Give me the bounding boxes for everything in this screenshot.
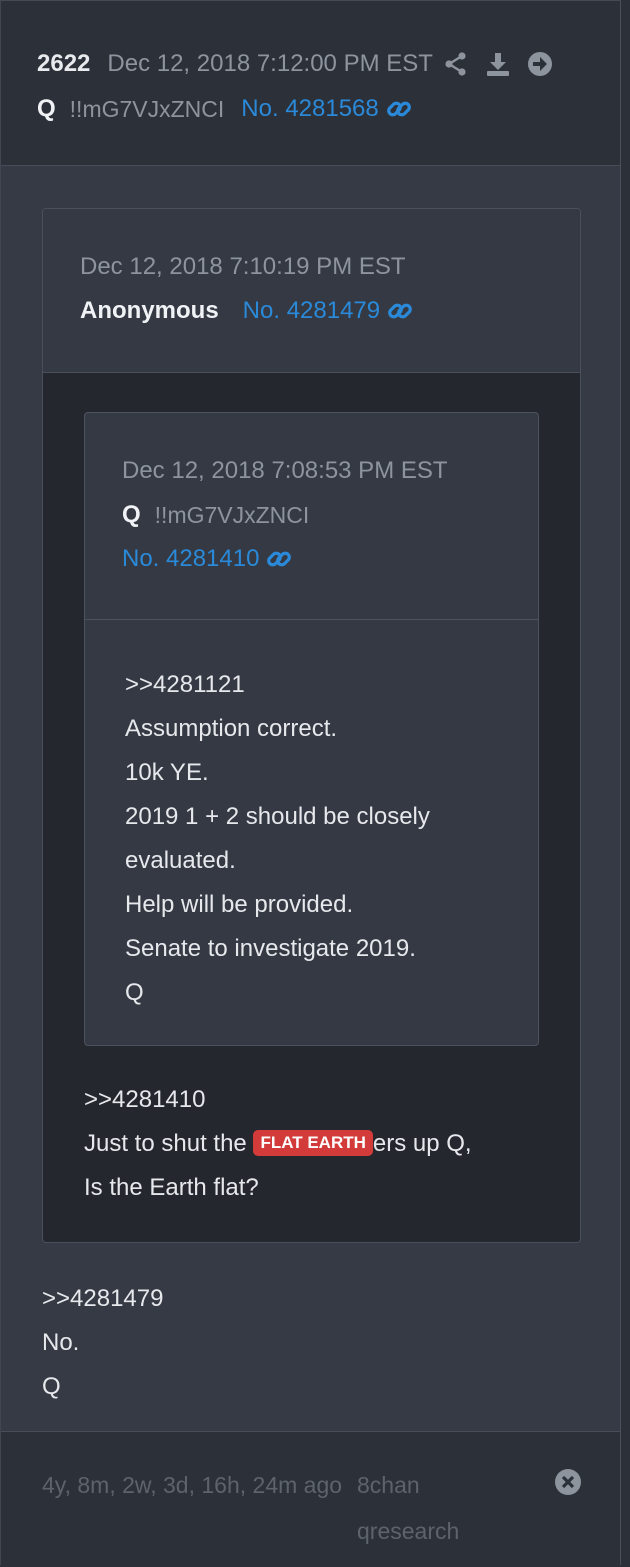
quoted-post-date: Dec 12, 2018 7:10:19 PM EST: [80, 253, 406, 280]
quoted-body-reply-link[interactable]: >>4281410: [84, 1078, 472, 1122]
post-body-reply-link[interactable]: >>4281479: [42, 1277, 163, 1321]
post-header: 2622 Dec 12, 2018 7:12:00 PM EST Q !!mG7…: [1, 1, 620, 166]
nested-body-line: Help will be provided.: [125, 891, 354, 918]
nested-body-line: Assumption correct.: [125, 715, 338, 742]
post-number-link[interactable]: No. 4281568: [241, 95, 378, 123]
quoted-post-author: Anonymous: [80, 297, 219, 324]
time-ago: 4y, 8m, 2w, 3d, 16h, 24m ago: [42, 1472, 343, 1498]
nested-body-line: evaluated.: [125, 847, 236, 874]
post-footer: 4y, 8m, 2w, 3d, 16h, 24m ago 8chan qrese…: [1, 1431, 620, 1567]
post-body-line: Q: [42, 1373, 61, 1400]
nested-post-link-row: No. 4281410: [122, 545, 293, 573]
board-name[interactable]: 8chan qresearch: [357, 1462, 507, 1554]
arrow-circle-right-icon[interactable]: [527, 51, 553, 77]
nested-body-line: 10k YE.: [125, 759, 209, 786]
header-line-2: Q !!mG7VJxZNCI No. 4281568: [37, 92, 413, 126]
post-tripcode: !!mG7VJxZNCI: [69, 95, 225, 122]
nested-post-body: >>4281121 Assumption correct. 10k YE. 20…: [125, 663, 430, 1015]
quoted-body-line: Is the Earth flat?: [84, 1174, 259, 1201]
post-body: >>4281479 No. Q: [42, 1277, 163, 1409]
post-number: 2622: [37, 50, 91, 77]
post-author: Q: [37, 95, 56, 122]
nested-post-header: Dec 12, 2018 7:08:53 PM EST Q !!mG7VJxZN…: [85, 413, 538, 620]
nested-post-date: Dec 12, 2018 7:08:53 PM EST: [122, 457, 448, 484]
link-icon[interactable]: [265, 545, 293, 573]
link-icon[interactable]: [385, 95, 413, 123]
quoted-post-body: >>4281410 Just to shut the FLAT EARTH ers…: [84, 1078, 472, 1210]
nested-quoted-post: Dec 12, 2018 7:08:53 PM EST Q !!mG7VJxZN…: [84, 412, 539, 1046]
nested-body-line: Senate to investigate 2019.: [125, 935, 416, 962]
nested-post-number-link[interactable]: No. 4281410: [122, 545, 259, 573]
post-body-line: No.: [42, 1329, 80, 1356]
post-card: 2622 Dec 12, 2018 7:12:00 PM EST Q !!mG7…: [0, 0, 621, 1567]
nested-body-line[interactable]: >>4281121: [125, 663, 430, 707]
nested-post-tripcode: !!mG7VJxZNCI: [154, 501, 310, 528]
post-date: Dec 12, 2018 7:12:00 PM EST: [107, 50, 433, 77]
flat-earth-tag: FLAT EARTH: [253, 1129, 373, 1156]
quoted-body-text: Just to shut the: [84, 1130, 254, 1157]
download-icon[interactable]: [485, 51, 511, 77]
nested-post-meta: Q !!mG7VJxZNCI: [122, 501, 309, 529]
close-circle-icon[interactable]: [554, 1468, 582, 1496]
quoted-body-text: ers up Q,: [372, 1130, 472, 1157]
quoted-post-header: Dec 12, 2018 7:10:19 PM EST Anonymous No…: [43, 209, 580, 373]
link-icon[interactable]: [386, 297, 414, 325]
nested-body-line: Q: [125, 979, 144, 1006]
header-line-1: 2622 Dec 12, 2018 7:12:00 PM EST: [37, 47, 553, 81]
quoted-body-line: Just to shut the FLAT EARTH ers up Q,: [84, 1122, 472, 1166]
nested-post-author: Q: [122, 501, 141, 528]
quoted-post: Dec 12, 2018 7:10:19 PM EST Anonymous No…: [42, 208, 581, 1243]
quoted-post-number-link[interactable]: No. 4281479: [243, 297, 380, 325]
quoted-post-meta: Anonymous No. 4281479: [80, 297, 414, 325]
share-icon[interactable]: [443, 51, 469, 77]
nested-body-line: 2019 1 + 2 should be closely: [125, 803, 430, 830]
